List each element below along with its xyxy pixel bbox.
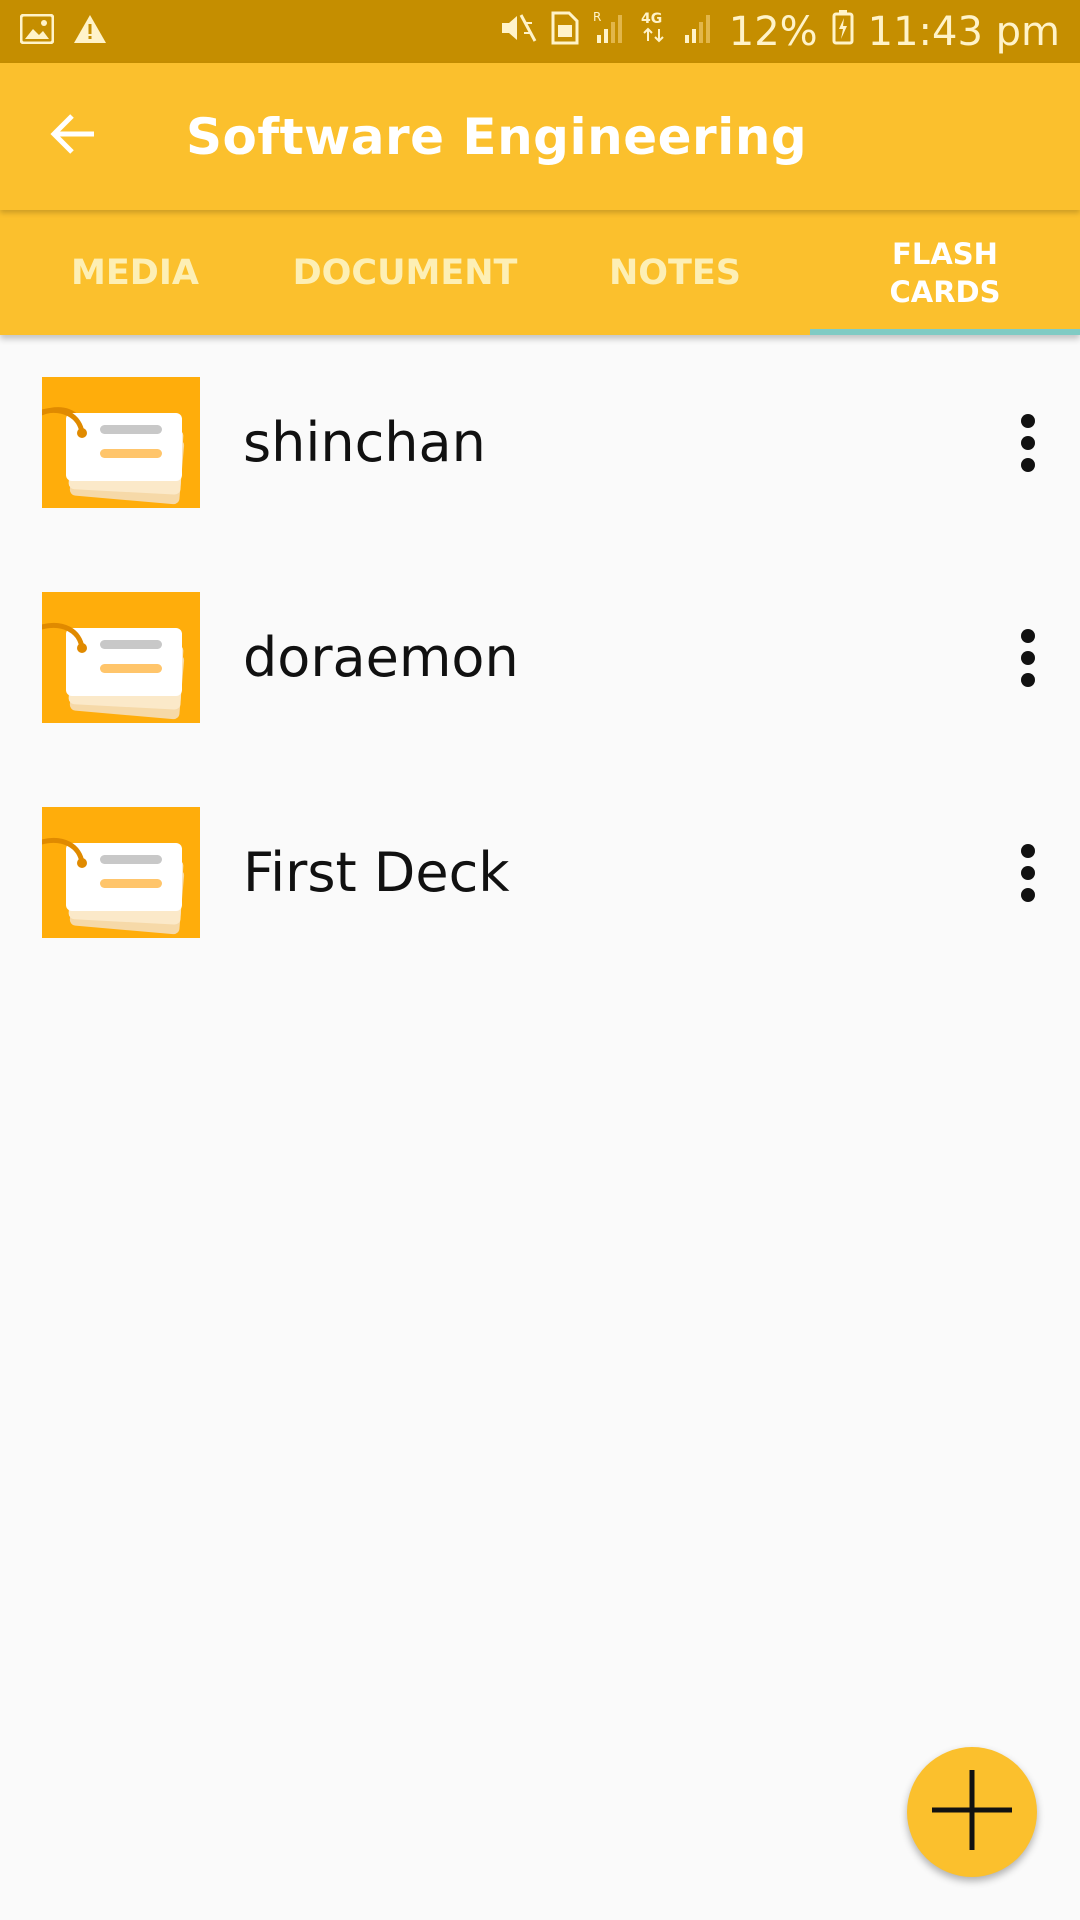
tab-media[interactable]: MEDIA [0,210,270,335]
svg-text:R: R [593,10,601,24]
tab-flash-cards[interactable]: FLASH CARDS [810,210,1080,335]
back-button[interactable] [26,89,122,185]
flashcard-deck-icon [42,377,200,508]
list-item[interactable]: First Deck [0,765,1080,980]
add-icon [930,1768,1014,1857]
signal-icon [683,9,715,55]
deck-name: doraemon [243,626,519,689]
deck-name: First Deck [243,841,510,904]
deck-name: shinchan [243,411,486,474]
warning-icon [72,13,108,50]
tab-notes[interactable]: NOTES [540,210,810,335]
clock: 11:43 pm [867,8,1060,55]
more-vert-icon [1021,413,1035,472]
tab-label: DOCUMENT [292,252,518,293]
more-vert-icon [1021,628,1035,687]
list-item[interactable]: doraemon [0,550,1080,765]
tab-bar: MEDIA DOCUMENT NOTES FLASH CARDS [0,210,1080,335]
mute-icon [499,9,537,55]
sim-icon [551,9,579,55]
signal-r-icon: R [593,9,625,55]
page-title: Software Engineering [186,107,808,166]
status-bar: R 4G 12% 11:43 pm [0,0,1080,63]
flashcard-deck-icon [42,807,200,938]
more-options-button[interactable] [1000,398,1056,488]
tab-label: NOTES [608,252,742,293]
flashcard-deck-icon [42,592,200,723]
more-options-button[interactable] [1000,828,1056,918]
tab-label: FLASH CARDS [889,236,1001,309]
svg-text:4G: 4G [641,11,662,27]
tab-indicator [810,329,1080,335]
gallery-icon [19,13,55,49]
battery-icon [832,9,854,55]
network-4g-icon: 4G [639,9,669,55]
more-options-button[interactable] [1000,613,1056,703]
app-toolbar: Software Engineering [0,63,1080,210]
arrow-back-icon [50,112,98,161]
battery-percent: 12% [728,8,818,55]
list-item[interactable]: shinchan [0,335,1080,550]
deck-list: shinchan doraemon First Deck [0,335,1080,980]
more-vert-icon [1021,843,1035,902]
tab-label: MEDIA [71,252,199,293]
tab-document[interactable]: DOCUMENT [270,210,540,335]
add-deck-fab[interactable] [907,1747,1037,1877]
